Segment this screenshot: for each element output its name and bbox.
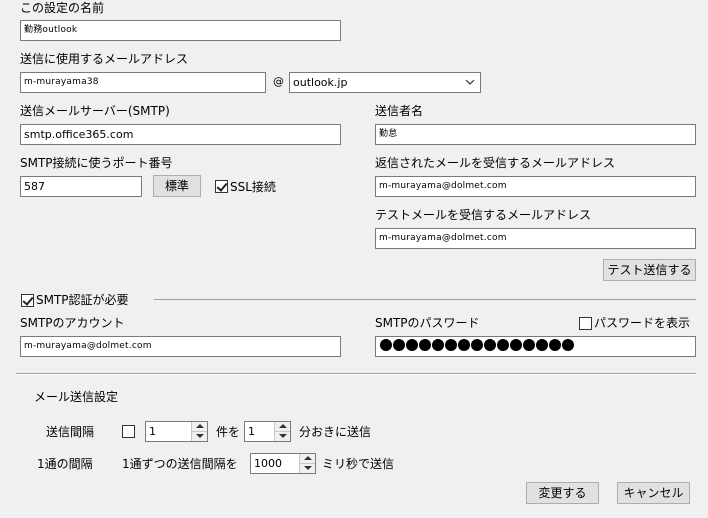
password-mask-dot	[380, 339, 392, 351]
password-mask-dot	[510, 339, 522, 351]
test-address-label: テストメールを受信するメールアドレス	[375, 208, 592, 222]
count-down-icon[interactable]	[192, 432, 207, 441]
at-sign: @	[273, 75, 284, 88]
smtp-auth-label: SMTP認証が必要	[36, 293, 129, 307]
per-mail-prefix: 1通ずつの送信間隔を	[122, 457, 238, 471]
test-send-button[interactable]: テスト送信する	[603, 259, 696, 281]
interval-checkbox[interactable]	[122, 425, 135, 438]
reply-address-label: 返信されたメールを受信するメールアドレス	[375, 156, 616, 170]
apply-button[interactable]: 変更する	[526, 482, 599, 504]
password-mask-dot	[484, 339, 496, 351]
sender-user-input[interactable]: m-murayama38	[20, 72, 266, 93]
smtp-server-input[interactable]: smtp.office365.com	[20, 124, 341, 145]
test-address-input[interactable]: m-murayama@dolmet.com	[375, 228, 696, 249]
count-suffix: 件を	[216, 425, 241, 439]
ssl-checkbox[interactable]	[215, 180, 228, 193]
password-mask-dot	[432, 339, 444, 351]
smtp-password-input[interactable]	[375, 336, 696, 357]
mail-settings-title: メール送信設定	[34, 390, 119, 404]
sender-name-input[interactable]: 勤怠	[375, 124, 696, 145]
count-up-icon[interactable]	[192, 422, 207, 432]
ms-up-icon[interactable]	[300, 454, 315, 464]
reply-address-input[interactable]: m-murayama@dolmet.com	[375, 176, 696, 197]
password-mask-dot	[562, 339, 574, 351]
password-mask-dot	[471, 339, 483, 351]
interval-label: 送信間隔	[46, 425, 95, 439]
show-password-label: パスワードを表示	[594, 316, 691, 330]
smtp-account-label: SMTPのアカウント	[20, 316, 125, 330]
password-mask-dot	[393, 339, 405, 351]
count-stepper[interactable]: 1	[145, 421, 208, 442]
ms-value: 1000	[254, 457, 282, 470]
settings-name-label: この設定の名前	[20, 1, 105, 15]
smtp-auth-checkbox[interactable]	[21, 294, 34, 307]
minutes-suffix: 分おきに送信	[299, 425, 372, 439]
smtp-account-input[interactable]: m-murayama@dolmet.com	[20, 336, 341, 357]
ssl-label: SSL接続	[230, 180, 276, 194]
smtp-password-label: SMTPのパスワード	[375, 316, 480, 330]
password-mask-dot	[497, 339, 509, 351]
password-mask-dot	[445, 339, 457, 351]
section-separator-highlight	[16, 374, 696, 375]
cancel-button[interactable]: キャンセル	[617, 482, 690, 504]
smtp-server-label: 送信メールサーバー(SMTP)	[20, 104, 170, 118]
password-mask-dot	[523, 339, 535, 351]
password-mask-dot	[536, 339, 548, 351]
password-mask	[380, 339, 574, 351]
default-port-button[interactable]: 標準	[153, 175, 201, 197]
sender-address-label: 送信に使用するメールアドレス	[20, 52, 189, 66]
password-mask-dot	[549, 339, 561, 351]
minutes-up-icon[interactable]	[275, 422, 290, 432]
minutes-down-icon[interactable]	[275, 432, 290, 441]
per-mail-label: 1通の間隔	[37, 457, 93, 471]
smtp-port-label: SMTP接続に使うポート番号	[20, 156, 173, 170]
settings-name-input[interactable]: 勤務outlook	[20, 20, 341, 41]
password-mask-dot	[458, 339, 470, 351]
smtp-auth-divider	[154, 299, 696, 300]
domain-value: outlook.jp	[293, 76, 348, 89]
minutes-stepper[interactable]: 1	[244, 421, 291, 442]
smtp-port-input[interactable]: 587	[20, 176, 142, 197]
ms-down-icon[interactable]	[300, 464, 315, 473]
ms-stepper[interactable]: 1000	[250, 453, 316, 474]
ms-suffix: ミリ秒で送信	[322, 457, 395, 471]
show-password-checkbox[interactable]	[579, 317, 592, 330]
count-value: 1	[149, 425, 156, 438]
sender-name-label: 送信者名	[375, 104, 424, 118]
password-mask-dot	[406, 339, 418, 351]
password-mask-dot	[419, 339, 431, 351]
chevron-down-icon	[465, 79, 475, 85]
domain-select[interactable]: outlook.jp	[289, 72, 481, 93]
minutes-value: 1	[248, 425, 255, 438]
